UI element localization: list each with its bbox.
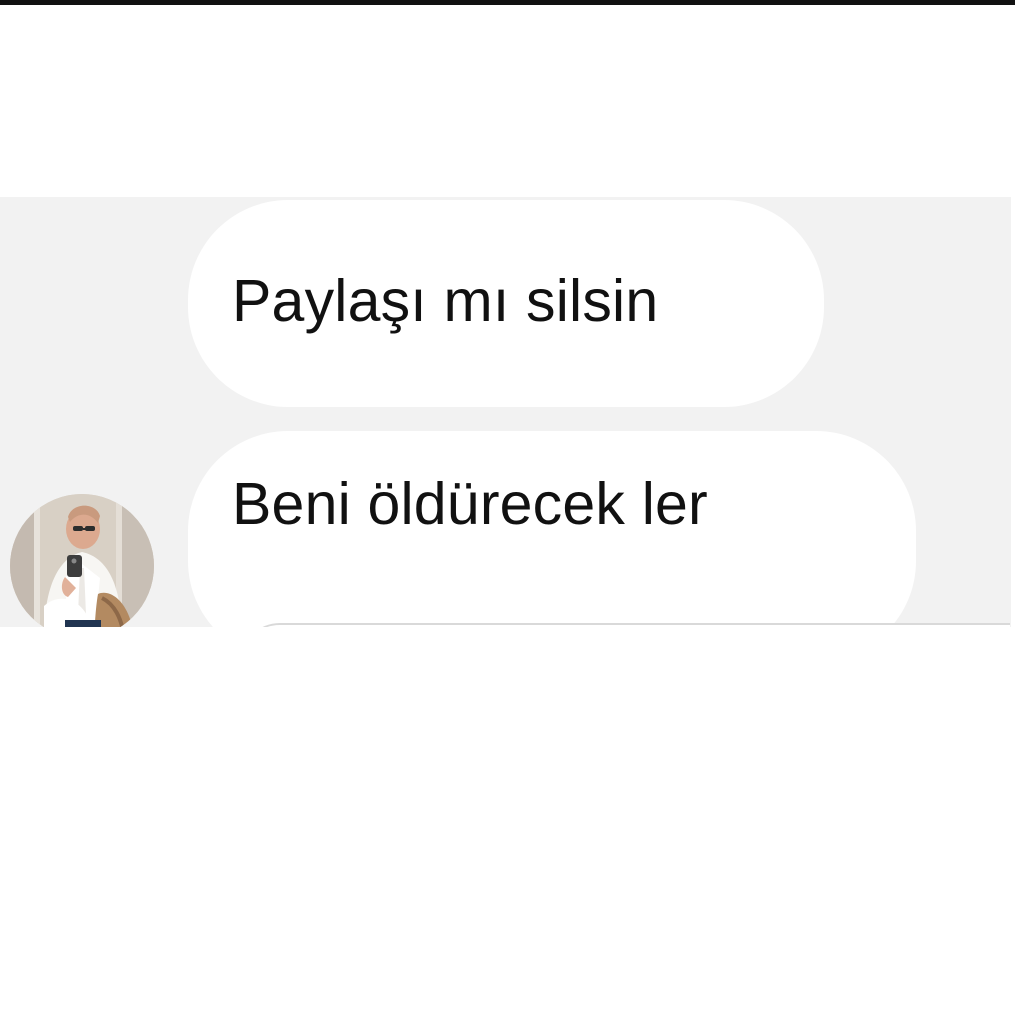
sender-avatar[interactable] xyxy=(10,494,154,627)
top-border xyxy=(0,0,1015,5)
message-text-2: Beni öldürecek ler xyxy=(232,471,708,537)
profile-photo-icon xyxy=(10,494,154,627)
chat-thread: Paylaşı mı silsin Beni öldürecek ler xyxy=(0,197,1011,627)
next-message-bubble-edge xyxy=(240,623,1010,627)
message-bubble-1[interactable]: Paylaşı mı silsin xyxy=(188,200,824,407)
message-bubble-2[interactable]: Beni öldürecek ler xyxy=(188,431,916,627)
message-text-1: Paylaşı mı silsin xyxy=(232,267,659,334)
